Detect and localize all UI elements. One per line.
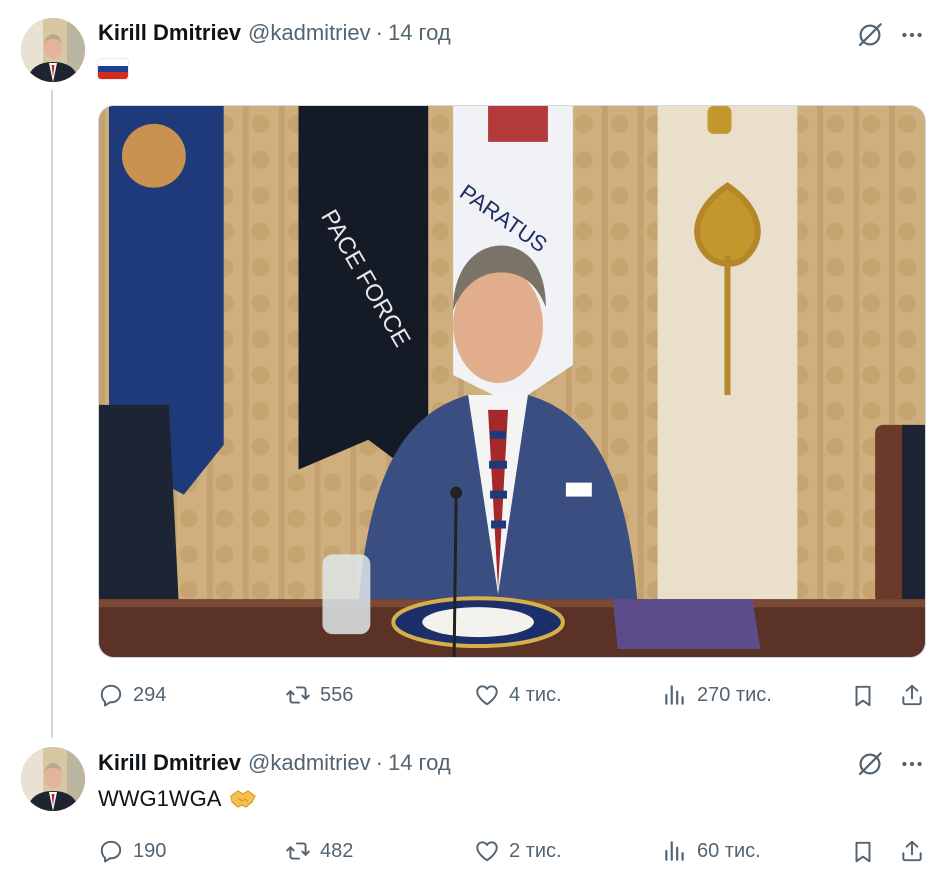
more-icon[interactable] <box>899 751 925 777</box>
avatar[interactable] <box>21 18 85 82</box>
like-button[interactable]: 2 тис. <box>474 838 562 864</box>
views-count: 270 тис. <box>697 683 772 706</box>
post-text-content: WWG1WGA <box>98 786 222 811</box>
share-button[interactable] <box>899 838 925 864</box>
avatar-image <box>21 747 85 811</box>
post-header: Kirill Dmitriev @kadmitriev · 14 год <box>98 750 451 776</box>
author-name[interactable]: Kirill Dmitriev <box>98 20 241 46</box>
share-button[interactable] <box>899 682 925 708</box>
post-time[interactable]: 14 год <box>388 750 451 776</box>
handshake-icon <box>230 790 257 808</box>
like-icon <box>474 838 500 864</box>
reply-icon <box>98 838 124 864</box>
photo-illustration: PACE FORCE PARATUS <box>99 106 925 657</box>
reply-button[interactable]: 190 <box>98 838 166 864</box>
reply-icon <box>98 682 124 708</box>
grok-icon[interactable] <box>855 20 885 50</box>
like-icon <box>474 682 500 708</box>
share-icon <box>899 838 925 864</box>
repost-icon <box>285 682 311 708</box>
post-text: WWG1WGA <box>98 786 257 812</box>
more-icon[interactable] <box>899 22 925 48</box>
bookmark-icon <box>850 839 876 865</box>
post-header: Kirill Dmitriev @kadmitriev · 14 год <box>98 20 451 46</box>
russian-flag-icon <box>98 59 128 79</box>
avatar-image <box>21 18 85 82</box>
thread-line <box>51 90 53 738</box>
separator-dot: · <box>375 20 383 45</box>
like-button[interactable]: 4 тис. <box>474 682 562 708</box>
bookmark-button[interactable] <box>850 839 876 865</box>
author-handle[interactable]: @kadmitriev <box>248 750 371 776</box>
author-name[interactable]: Kirill Dmitriev <box>98 750 241 776</box>
repost-count: 482 <box>320 839 354 862</box>
post-time[interactable]: 14 год <box>388 20 451 46</box>
grok-icon[interactable] <box>855 749 885 779</box>
reply-count: 190 <box>133 839 167 862</box>
post-photo[interactable]: PACE FORCE PARATUS <box>98 105 926 658</box>
bookmark-icon <box>850 683 876 709</box>
reply-count: 294 <box>133 683 167 706</box>
author-handle[interactable]: @kadmitriev <box>248 20 371 46</box>
share-icon <box>899 682 925 708</box>
bookmark-button[interactable] <box>850 683 876 709</box>
avatar[interactable] <box>21 747 85 811</box>
views-button[interactable]: 270 тис. <box>662 682 772 708</box>
repost-button[interactable]: 556 <box>285 682 353 708</box>
like-count: 2 тис. <box>509 839 562 862</box>
repost-icon <box>285 838 311 864</box>
views-button[interactable]: 60 тис. <box>662 838 761 864</box>
repost-button[interactable]: 482 <box>285 838 353 864</box>
views-icon <box>662 838 688 864</box>
views-icon <box>662 682 688 708</box>
reply-button[interactable]: 294 <box>98 682 166 708</box>
repost-count: 556 <box>320 683 354 706</box>
separator-dot: · <box>375 750 383 775</box>
like-count: 4 тис. <box>509 683 562 706</box>
views-count: 60 тис. <box>697 839 761 862</box>
